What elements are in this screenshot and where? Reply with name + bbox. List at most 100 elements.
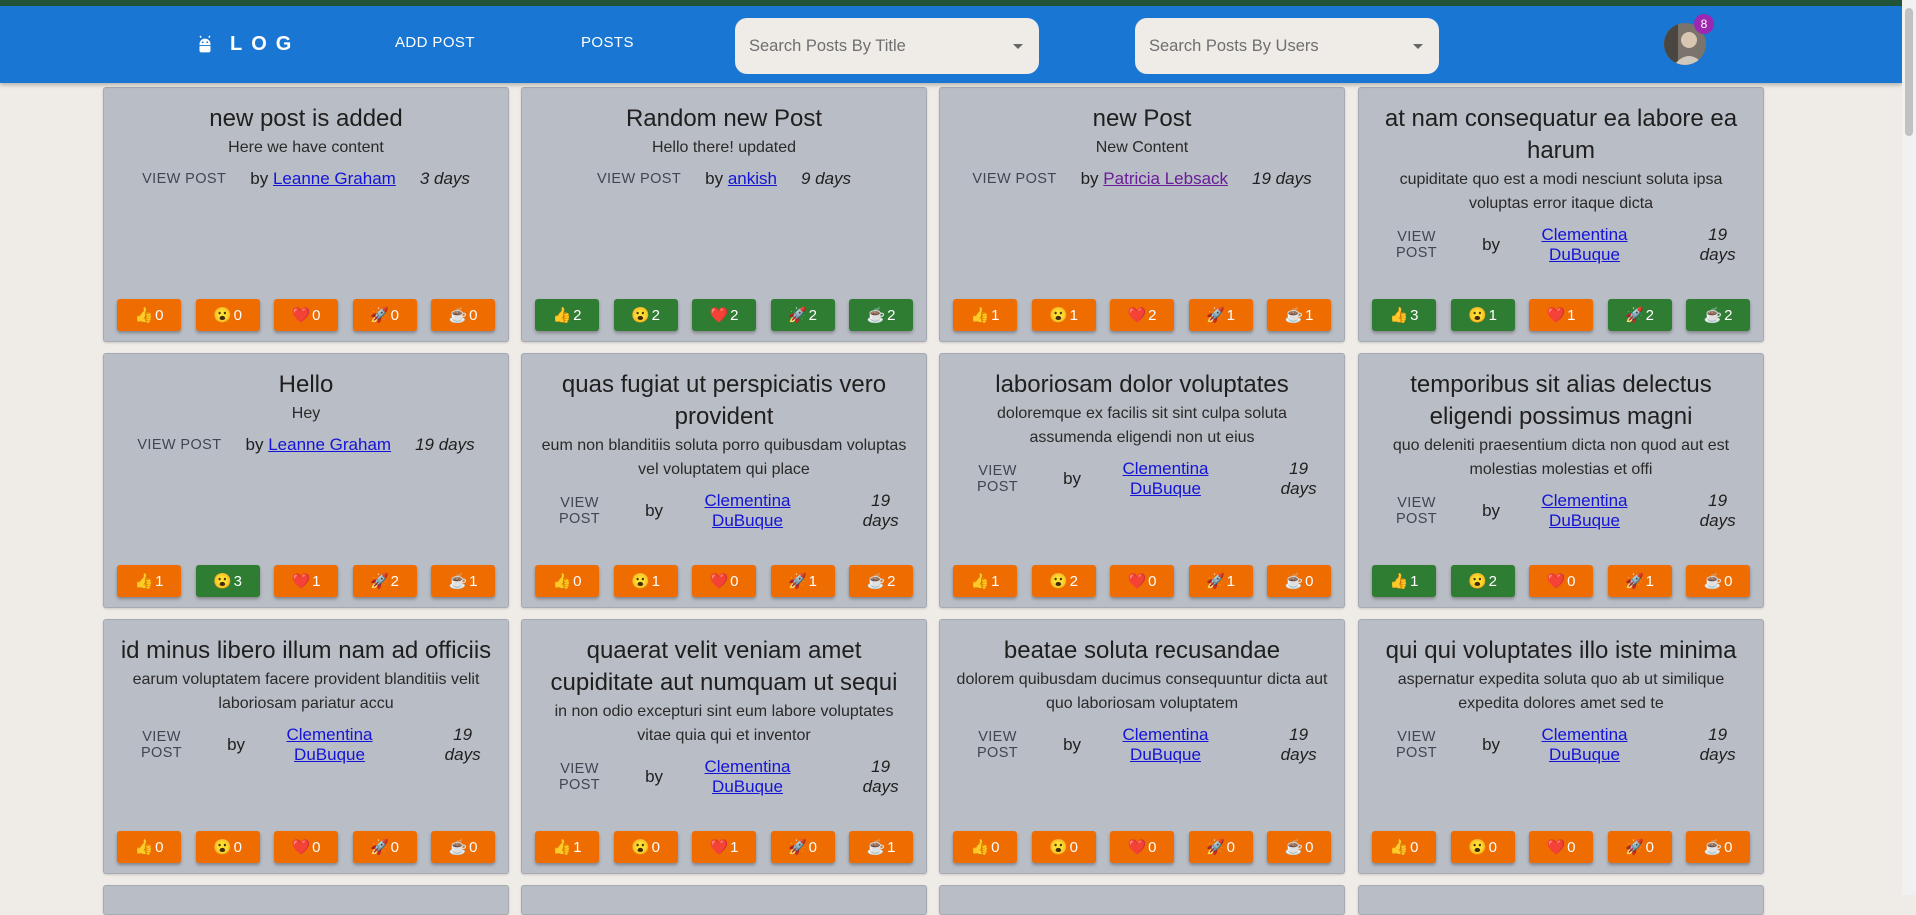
author-link[interactable]: Clementina DuBuque <box>668 757 827 797</box>
reaction-button[interactable]: 👍 1 <box>953 299 1017 331</box>
reaction-button[interactable]: 🚀 2 <box>352 565 417 597</box>
view-post-button[interactable]: VIEW POST <box>137 437 221 453</box>
reaction-button[interactable]: ❤️ 0 <box>1529 565 1593 597</box>
reaction-button[interactable]: ☕ 2 <box>1686 299 1750 331</box>
reaction-button[interactable]: 👍 1 <box>117 565 181 597</box>
reaction-button[interactable]: 😮 2 <box>1031 565 1096 597</box>
reaction-button[interactable]: 🚀 2 <box>770 299 835 331</box>
reaction-button[interactable]: 😮 1 <box>1450 299 1515 331</box>
reaction-button[interactable]: ❤️ 1 <box>1529 299 1593 331</box>
reaction-button[interactable]: 😮 0 <box>613 831 678 863</box>
reaction-button[interactable]: ❤️ 0 <box>1110 831 1174 863</box>
reaction-button[interactable]: 👍 0 <box>1372 831 1436 863</box>
search-posts-by-users[interactable]: Search Posts By Users <box>1135 18 1439 74</box>
view-post-button[interactable]: VIEW POST <box>956 463 1039 495</box>
search-posts-by-title[interactable]: Search Posts By Title <box>735 18 1039 74</box>
view-post-button[interactable]: VIEW POST <box>597 171 681 187</box>
reaction-button[interactable]: 👍 3 <box>1372 299 1436 331</box>
reaction-button[interactable]: 👍 0 <box>117 299 181 331</box>
reaction-button[interactable]: 👍 1 <box>535 831 599 863</box>
author-link[interactable]: ankish <box>728 169 777 189</box>
reaction-button[interactable]: 😮 0 <box>1031 831 1096 863</box>
reaction-button[interactable]: 👍 0 <box>535 565 599 597</box>
coffee-icon: ☕ <box>448 307 468 324</box>
author-link[interactable]: Clementina DuBuque <box>1505 725 1664 765</box>
reaction-button[interactable]: 🚀 1 <box>1188 565 1253 597</box>
reaction-button[interactable]: 😮 0 <box>195 831 260 863</box>
reaction-button[interactable]: 🚀 0 <box>352 831 417 863</box>
author-link[interactable]: Clementina DuBuque <box>1505 491 1664 531</box>
reaction-button[interactable]: 😮 1 <box>1031 299 1096 331</box>
reaction-button[interactable]: ❤️ 2 <box>1110 299 1174 331</box>
reaction-button[interactable]: ☕ 1 <box>849 831 913 863</box>
dropdown-arrow-icon[interactable] <box>1013 44 1023 49</box>
view-post-button[interactable]: VIEW POST <box>972 171 1056 187</box>
page-scrollbar[interactable] <box>1902 0 1916 895</box>
add-post-nav-button[interactable]: ADD POST <box>395 34 475 51</box>
view-post-button[interactable]: VIEW POST <box>1375 229 1458 261</box>
view-post-button[interactable]: VIEW POST <box>1375 729 1458 761</box>
reaction-button[interactable]: ☕ 2 <box>849 565 913 597</box>
author-link[interactable]: Clementina DuBuque <box>1086 725 1245 765</box>
reaction-button[interactable]: ❤️ 0 <box>1110 565 1174 597</box>
reaction-button[interactable]: ❤️ 1 <box>274 565 338 597</box>
author-link[interactable]: Clementina DuBuque <box>1086 459 1245 499</box>
reaction-button[interactable]: ☕ 2 <box>849 299 913 331</box>
reaction-button[interactable]: ☕ 1 <box>431 565 495 597</box>
post-age: 19 days <box>1280 725 1317 764</box>
reaction-count: 1 <box>1645 572 1655 590</box>
reaction-button[interactable]: ❤️ 0 <box>274 299 338 331</box>
reaction-button[interactable]: 🚀 1 <box>770 565 835 597</box>
reaction-count: 0 <box>312 838 321 856</box>
scrollbar-thumb[interactable] <box>1905 8 1913 136</box>
author-link[interactable]: Leanne Graham <box>273 169 396 189</box>
reaction-button[interactable]: ☕ 0 <box>1267 831 1331 863</box>
reaction-button[interactable]: ☕ 1 <box>1267 299 1331 331</box>
reaction-button[interactable]: 👍 1 <box>1372 565 1436 597</box>
reaction-button[interactable]: 🚀 2 <box>1607 299 1672 331</box>
view-post-button[interactable]: VIEW POST <box>120 729 203 761</box>
reaction-button[interactable]: ❤️ 0 <box>692 565 756 597</box>
author-link[interactable]: Clementina DuBuque <box>1505 225 1664 265</box>
reaction-button[interactable]: 🚀 1 <box>1607 565 1672 597</box>
view-post-button[interactable]: VIEW POST <box>956 729 1039 761</box>
reaction-button[interactable]: ❤️ 0 <box>1529 831 1593 863</box>
reaction-button[interactable]: ☕ 0 <box>1686 831 1750 863</box>
reaction-button[interactable]: 🚀 0 <box>352 299 417 331</box>
reaction-button[interactable]: 🚀 0 <box>770 831 835 863</box>
view-post-button[interactable]: VIEW POST <box>538 495 621 527</box>
post-meta: VIEW POST by Clementina DuBuque 19 days <box>1375 225 1747 265</box>
logo[interactable]: LOG <box>194 33 300 56</box>
reaction-button[interactable]: 🚀 0 <box>1188 831 1253 863</box>
reaction-button[interactable]: 🚀 1 <box>1188 299 1253 331</box>
reaction-button[interactable]: 👍 0 <box>117 831 181 863</box>
view-post-button[interactable]: VIEW POST <box>1375 495 1458 527</box>
reaction-button[interactable]: ❤️ 0 <box>274 831 338 863</box>
reaction-button[interactable]: ❤️ 1 <box>692 831 756 863</box>
reaction-button[interactable]: 😮 2 <box>613 299 678 331</box>
author-link[interactable]: Leanne Graham <box>268 435 391 455</box>
reaction-button[interactable]: 😮 0 <box>1450 831 1515 863</box>
reaction-button[interactable]: 😮 0 <box>195 299 260 331</box>
reaction-button[interactable]: ☕ 0 <box>1686 565 1750 597</box>
reaction-button[interactable]: 😮 1 <box>613 565 678 597</box>
search-title-placeholder: Search Posts By Title <box>749 36 906 55</box>
reaction-button[interactable]: ☕ 0 <box>431 299 495 331</box>
reaction-button[interactable]: 👍 1 <box>953 565 1017 597</box>
author-link[interactable]: Patricia Lebsack <box>1103 169 1228 189</box>
reaction-button[interactable]: ☕ 0 <box>431 831 495 863</box>
author-link[interactable]: Clementina DuBuque <box>668 491 827 531</box>
reaction-button[interactable]: 👍 0 <box>953 831 1017 863</box>
reaction-button[interactable]: ☕ 0 <box>1267 565 1331 597</box>
reaction-count: 1 <box>1567 306 1576 324</box>
reaction-button[interactable]: 🚀 0 <box>1607 831 1672 863</box>
author-link[interactable]: Clementina DuBuque <box>250 725 409 765</box>
dropdown-arrow-icon[interactable] <box>1413 44 1423 49</box>
reaction-button[interactable]: 👍 2 <box>535 299 599 331</box>
view-post-button[interactable]: VIEW POST <box>538 761 621 793</box>
view-post-button[interactable]: VIEW POST <box>142 171 226 187</box>
reaction-button[interactable]: ❤️ 2 <box>692 299 756 331</box>
posts-nav-button[interactable]: POSTS <box>581 34 634 51</box>
reaction-button[interactable]: 😮 3 <box>195 565 260 597</box>
reaction-button[interactable]: 😮 2 <box>1450 565 1515 597</box>
